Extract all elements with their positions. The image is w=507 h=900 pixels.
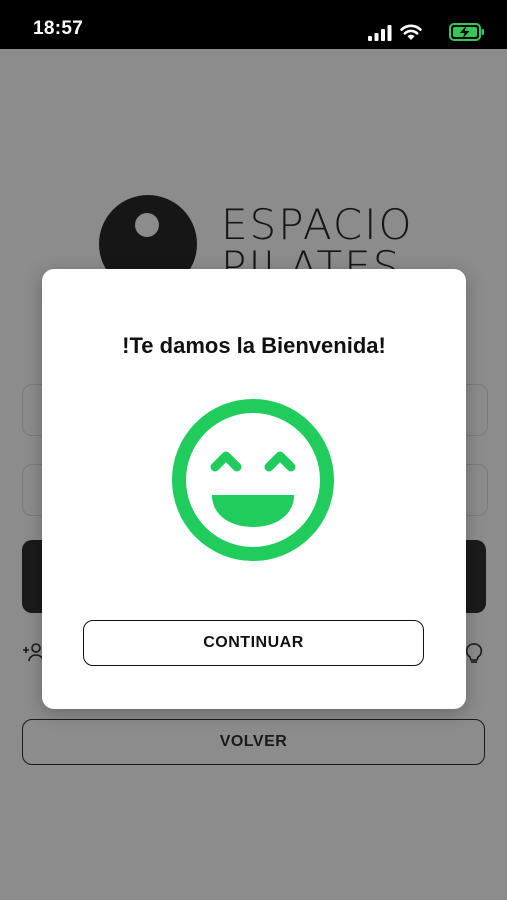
smiley-icon	[172, 399, 334, 561]
status-bar: 18:57	[0, 0, 507, 49]
logo-head	[135, 213, 159, 237]
battery-charging-icon	[449, 23, 484, 41]
volver-button[interactable]: VOLVER	[22, 719, 485, 765]
status-time: 18:57	[33, 18, 84, 39]
add-user-icon[interactable]	[22, 642, 44, 662]
continuar-button[interactable]: CONTINUAR	[83, 620, 424, 666]
status-icons	[345, 22, 485, 42]
logo-line-1: ESPACIO	[221, 200, 414, 249]
signal-icon	[368, 25, 392, 41]
modal-title: !Te damos la Bienvenida!	[122, 333, 386, 358]
wifi-icon	[400, 24, 422, 40]
help-icon[interactable]	[464, 642, 484, 664]
welcome-modal: !Te damos la Bienvenida! CONTINUAR	[42, 269, 466, 709]
